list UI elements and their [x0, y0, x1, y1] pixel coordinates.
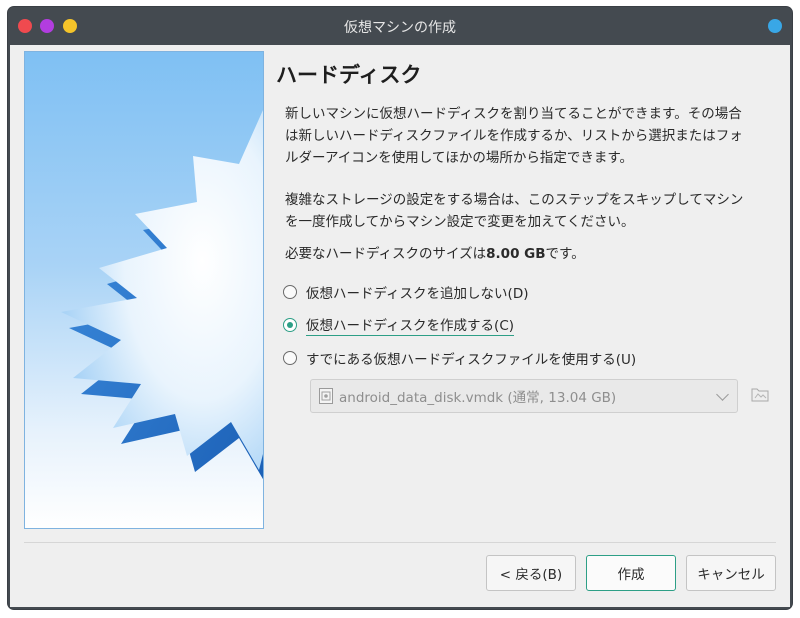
folder-icon [751, 388, 769, 402]
size-value: 8.00 GB [486, 246, 546, 262]
description-line: を一度作成してからマシン設定で変更を加えてください。 [285, 214, 635, 230]
radio-existing-disk[interactable]: すでにある仮想ハードディスクファイルを使用する(U) [283, 347, 636, 369]
title-bar: 仮想マシンの作成 [8, 7, 792, 45]
radio-label: すでにある仮想ハードディスクファイルを使用する(U) [306, 352, 637, 368]
hard-disk-file-icon [319, 388, 333, 404]
size-prefix: 必要なハードディスクのサイズは [285, 246, 487, 262]
existing-disk-select[interactable]: android_data_disk.vmdk (通常, 13.04 GB) [310, 379, 738, 413]
browse-disk-button[interactable] [751, 385, 769, 403]
radio-button[interactable] [283, 351, 297, 365]
description-line: は新しいハードディスクファイルを作成するか、リストから選択またはフォ [285, 128, 743, 144]
starburst-graphic [61, 110, 263, 480]
chevron-down-icon [716, 388, 729, 401]
radio-no-disk[interactable]: 仮想ハードディスクを追加しない(D) [283, 281, 528, 303]
size-suffix: です。 [545, 246, 585, 262]
cancel-button[interactable]: キャンセル [686, 555, 776, 591]
required-size-text: 必要なハードディスクのサイズは8.00 GBです。 [285, 243, 775, 265]
description-line: 新しいマシンに仮想ハードディスクを割り当てることができます。その場合 [285, 106, 742, 122]
radio-button-checked[interactable] [283, 318, 297, 332]
radio-create-disk[interactable]: 仮想ハードディスクを作成する(C) [283, 314, 515, 336]
window-title: 仮想マシンの作成 [344, 20, 456, 36]
button-divider [24, 542, 776, 543]
dialog-content: ハードディスク 新しいマシンに仮想ハードディスクを割り当てることができます。その… [10, 45, 790, 607]
radio-label: 仮想ハードディスクを作成する(C) [306, 314, 515, 336]
radio-label: 仮想ハードディスクを追加しない(D) [306, 286, 529, 302]
window-indicator-icon [768, 19, 782, 33]
description-paragraph-1: 新しいマシンに仮想ハードディスクを割り当てることができます。その場合 は新しいハ… [285, 103, 775, 169]
create-button[interactable]: 作成 [586, 555, 676, 591]
description-line: 複雑なストレージの設定をする場合は、このステップをスキップしてマシン [285, 192, 744, 208]
existing-disk-value: android_data_disk.vmdk (通常, 13.04 GB) [339, 390, 617, 406]
description-paragraph-2: 複雑なストレージの設定をする場合は、このステップをスキップしてマシン を一度作成… [285, 189, 775, 233]
wizard-watermark-image [24, 51, 264, 529]
back-button[interactable]: < 戻る(B) [486, 555, 576, 591]
wizard-window: 仮想マシンの作成 ハードディスク 新しいマシンに仮想ハードディスクを割り当てるこ… [8, 7, 792, 609]
page-heading: ハードディスク [276, 63, 422, 87]
radio-button[interactable] [283, 285, 297, 299]
description-line: ルダーアイコンを使用してほかの場所から指定できます。 [285, 150, 634, 166]
